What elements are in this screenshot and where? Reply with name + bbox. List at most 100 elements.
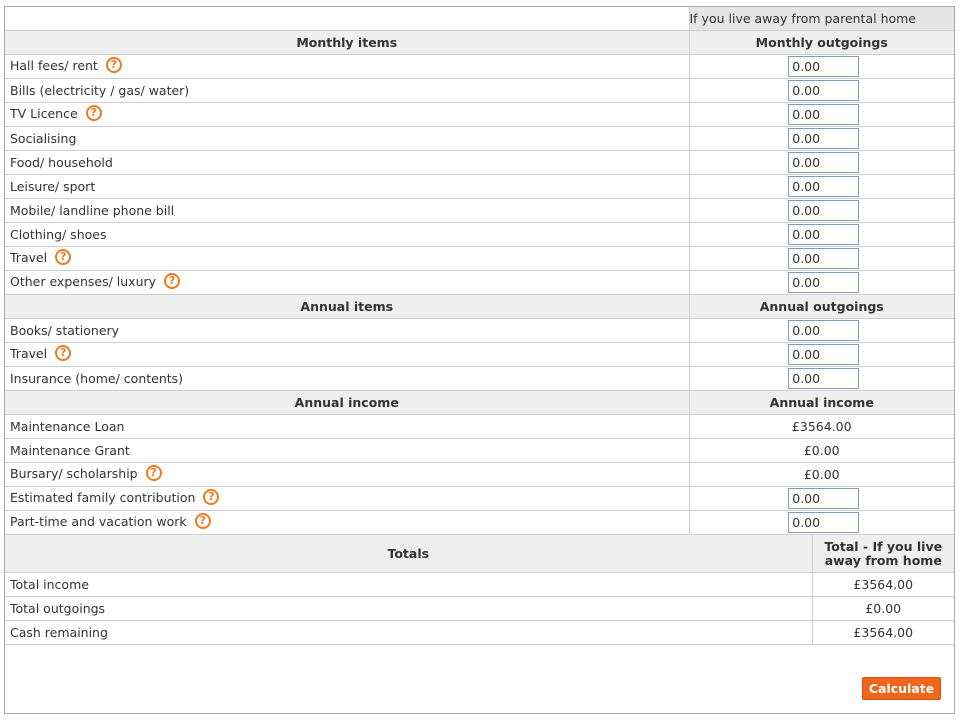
row-label-cell: TV Licence? <box>5 102 690 127</box>
table-row: Bills (electricity / gas/ water) <box>5 78 954 103</box>
amount-input[interactable] <box>788 511 860 533</box>
row-label: Books/ stationery <box>10 322 120 338</box>
totals-row: Total income £3564.00 <box>5 572 954 597</box>
annual-items-header-label: Annual items <box>5 294 690 319</box>
amount-input[interactable] <box>788 367 860 389</box>
row-label: Travel <box>10 249 48 265</box>
row-label-cell: Mobile/ landline phone bill <box>5 198 690 223</box>
row-label-cell: Leisure/ sport <box>5 174 690 199</box>
row-value-cell <box>689 246 954 271</box>
table-row: Travel? <box>5 246 954 271</box>
totals-row-label: Cash remaining <box>5 620 813 645</box>
row-label: Estimated family contribution <box>10 489 196 505</box>
row-label: TV Licence <box>10 105 78 121</box>
help-icon[interactable]: ? <box>164 273 181 290</box>
amount-value: £0.00 <box>803 442 840 458</box>
row-label-cell: Part-time and vacation work? <box>5 510 690 535</box>
totals-row-label: Total outgoings <box>5 596 813 621</box>
annual-income-header-value-label: Annual income <box>689 390 954 415</box>
row-value-cell <box>689 366 954 391</box>
row-label: Socialising <box>10 130 77 146</box>
table-row: Food/ household <box>5 150 954 175</box>
amount-input[interactable] <box>788 79 860 101</box>
totals-column-header: Total - If you live away from home <box>812 534 954 573</box>
row-value-cell <box>689 486 954 511</box>
row-label: Maintenance Loan <box>10 418 125 434</box>
help-icon[interactable]: ? <box>203 489 220 506</box>
table-row: Estimated family contribution? <box>5 486 954 511</box>
amount-input[interactable] <box>788 223 860 245</box>
row-label: Clothing/ shoes <box>10 226 107 242</box>
row-label-cell: Maintenance Grant <box>5 438 690 463</box>
totals-row: Total outgoings £0.00 <box>5 596 954 621</box>
budget-calculator: If you live away from parental home Mont… <box>4 6 955 714</box>
amount-input[interactable] <box>788 175 860 197</box>
help-icon[interactable]: ? <box>55 249 72 266</box>
monthly-header: Monthly items Monthly outgoings <box>5 30 954 55</box>
row-value-cell <box>689 222 954 247</box>
amount-input[interactable] <box>788 55 860 77</box>
help-icon[interactable]: ? <box>85 105 102 122</box>
row-label: Insurance (home/ contents) <box>10 370 184 386</box>
row-value-cell <box>689 54 954 79</box>
amount-input[interactable] <box>788 319 860 341</box>
away-header-row: If you live away from parental home <box>5 7 954 31</box>
row-value-cell <box>689 270 954 295</box>
table-row: Insurance (home/ contents) <box>5 366 954 391</box>
row-label-cell: Food/ household <box>5 150 690 175</box>
totals-row-label: Total income <box>5 572 813 597</box>
row-value-cell <box>689 342 954 367</box>
help-icon[interactable]: ? <box>55 345 72 362</box>
row-label-cell: Bursary/ scholarship? <box>5 462 690 487</box>
row-value-cell <box>689 198 954 223</box>
totals-row: Cash remaining £3564.00 <box>5 620 954 645</box>
table-row: Clothing/ shoes <box>5 222 954 247</box>
row-label: Part-time and vacation work <box>10 513 187 529</box>
table-row: Other expenses/ luxury? <box>5 270 954 295</box>
table-row: Books/ stationery <box>5 318 954 343</box>
amount-input[interactable] <box>788 487 860 509</box>
totals-table: Totals Total - If you live away from hom… <box>5 534 954 645</box>
table-row: Maintenance Grant £0.00 <box>5 438 954 463</box>
annual-items-header-value-label: Annual outgoings <box>689 294 954 319</box>
budget-table: If you live away from parental home Mont… <box>5 7 954 535</box>
amount-input[interactable] <box>788 151 860 173</box>
amount-input[interactable] <box>788 343 860 365</box>
amount-value: £0.00 <box>803 466 840 482</box>
table-row: TV Licence? <box>5 102 954 127</box>
amount-input[interactable] <box>788 127 860 149</box>
row-label-cell: Books/ stationery <box>5 318 690 343</box>
help-icon[interactable]: ? <box>145 465 162 482</box>
row-label-cell: Other expenses/ luxury? <box>5 270 690 295</box>
calculate-button[interactable]: Calculate <box>862 677 941 700</box>
row-label: Bursary/ scholarship <box>10 465 138 481</box>
row-value-cell <box>689 150 954 175</box>
table-row: Bursary/ scholarship? £0.00 <box>5 462 954 487</box>
row-label: Travel <box>10 345 48 361</box>
row-label-cell: Insurance (home/ contents) <box>5 366 690 391</box>
away-column-header: If you live away from parental home <box>689 7 954 31</box>
table-row: Socialising <box>5 126 954 151</box>
amount-input[interactable] <box>788 247 860 269</box>
row-label-cell: Clothing/ shoes <box>5 222 690 247</box>
totals-header-row: Totals Total - If you live away from hom… <box>5 534 954 573</box>
row-value-cell: £0.00 <box>689 438 954 463</box>
table-row: Maintenance Loan £3564.00 <box>5 414 954 439</box>
amount-input[interactable] <box>788 103 860 125</box>
row-value-cell <box>689 318 954 343</box>
row-label: Hall fees/ rent <box>10 57 98 73</box>
amount-input[interactable] <box>788 271 860 293</box>
monthly-header-label: Monthly items <box>5 30 690 55</box>
annual-income-header: Annual income Annual income <box>5 390 954 415</box>
amount-input[interactable] <box>788 199 860 221</box>
table-row: Travel? <box>5 342 954 367</box>
table-row: Mobile/ landline phone bill <box>5 198 954 223</box>
row-label: Other expenses/ luxury <box>10 273 157 289</box>
help-icon[interactable]: ? <box>194 513 211 530</box>
row-value-cell: £3564.00 <box>689 414 954 439</box>
help-icon[interactable]: ? <box>105 57 122 74</box>
amount-value: £3564.00 <box>791 418 852 434</box>
row-label-cell: Travel? <box>5 246 690 271</box>
row-label-cell: Socialising <box>5 126 690 151</box>
row-label: Leisure/ sport <box>10 178 96 194</box>
